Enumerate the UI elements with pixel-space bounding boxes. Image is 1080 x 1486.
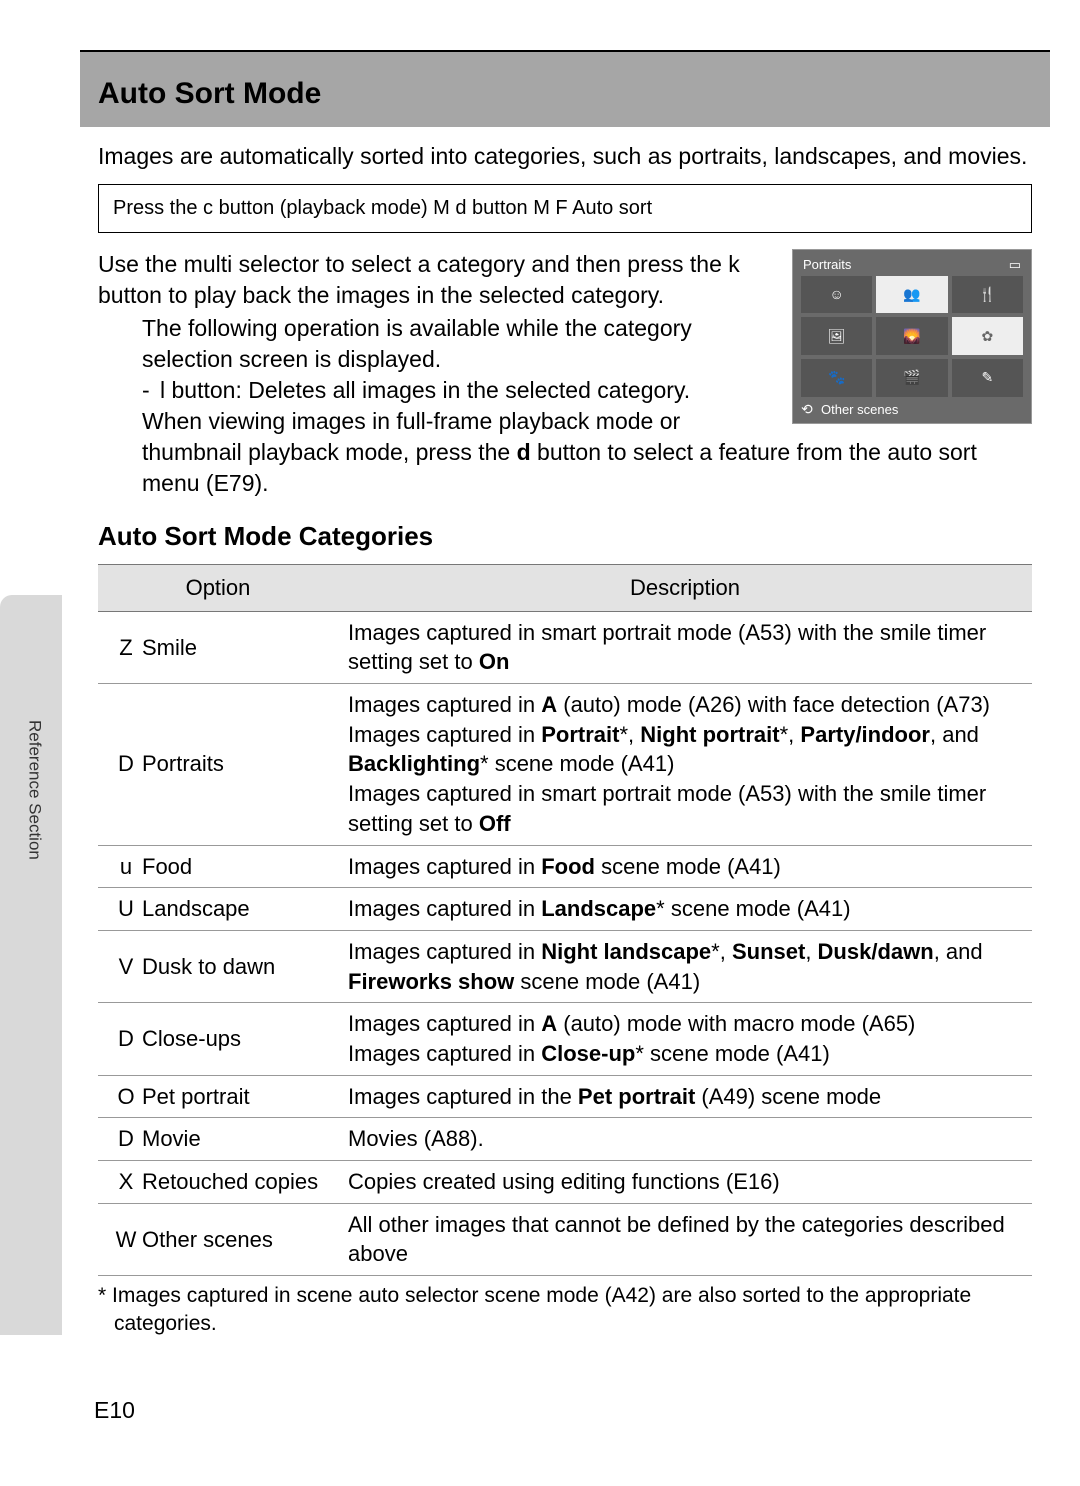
page-title: Auto Sort Mode: [98, 74, 1032, 115]
navigation-path-box: Press the c button (playback mode) M d b…: [98, 184, 1032, 233]
row-description: Images captured in A (auto) mode with ma…: [338, 1003, 1032, 1075]
page-number: E10: [94, 1395, 135, 1426]
table-row: uFoodImages captured in Food scene mode …: [98, 845, 1032, 888]
preview-cell: ☺: [801, 276, 872, 314]
categories-table: Option Description ZSmileImages captured…: [98, 564, 1032, 1276]
row-description: Movies (A88).: [338, 1118, 1032, 1161]
table-row: XRetouched copiesCopies created using ed…: [98, 1161, 1032, 1204]
row-icon: D: [98, 1118, 138, 1161]
row-option: Food: [138, 845, 338, 888]
row-option: Dusk to dawn: [138, 930, 338, 1002]
table-row: ZSmileImages captured in smart portrait …: [98, 611, 1032, 683]
row-description: Images captured in Night landscape*, Sun…: [338, 930, 1032, 1002]
row-icon: X: [98, 1161, 138, 1204]
page-content: Auto Sort Mode Images are automatically …: [80, 0, 1050, 1339]
title-bar: Auto Sort Mode: [80, 50, 1050, 127]
row-icon: O: [98, 1075, 138, 1118]
table-row: OPet portraitImages captured in the Pet …: [98, 1075, 1032, 1118]
row-option: Close-ups: [138, 1003, 338, 1075]
categories-heading: Auto Sort Mode Categories: [98, 519, 1032, 554]
side-section-label: Reference Section: [23, 720, 46, 860]
preview-header: Portraits: [803, 256, 851, 274]
th-description: Description: [338, 565, 1032, 612]
row-icon: D: [98, 684, 138, 845]
row-description: Images captured in A (auto) mode (A26) w…: [338, 684, 1032, 845]
page-number-value: 10: [109, 1397, 135, 1423]
row-option: Pet portrait: [138, 1075, 338, 1118]
table-row: ULandscapeImages captured in Landscape* …: [98, 888, 1032, 931]
preview-cell: 🍴: [952, 276, 1023, 314]
preview-cell: 🌄: [876, 317, 947, 355]
body-bullet1a: l button: Deletes all images in the sele…: [142, 375, 1032, 406]
row-option: Retouched copies: [138, 1161, 338, 1204]
preview-cell: ✿: [952, 317, 1023, 355]
navigation-path-text: Press the c button (playback mode) M d b…: [113, 197, 652, 219]
preview-cell: 🖼: [801, 317, 872, 355]
row-option: Landscape: [138, 888, 338, 931]
row-icon: U: [98, 888, 138, 931]
row-description: Images captured in Landscape* scene mode…: [338, 888, 1032, 931]
th-option: Option: [98, 565, 338, 612]
body-block: Portraits ▭ ☺👥🍴🖼🌄✿🐾🎬✎ ⟲ Other scenes Use…: [98, 249, 1032, 499]
categories-tbody: ZSmileImages captured in smart portrait …: [98, 611, 1032, 1275]
row-option: Smile: [138, 611, 338, 683]
table-row: VDusk to dawnImages captured in Night la…: [98, 930, 1032, 1002]
preview-cell: 👥: [876, 276, 947, 314]
table-row: WOther scenesAll other images that canno…: [98, 1203, 1032, 1275]
row-description: All other images that cannot be defined …: [338, 1203, 1032, 1275]
row-description: Images captured in Food scene mode (A41): [338, 845, 1032, 888]
table-row: DClose-upsImages captured in A (auto) mo…: [98, 1003, 1032, 1075]
intro-paragraph: Images are automatically sorted into cat…: [98, 141, 1032, 172]
side-tab: [0, 595, 62, 1335]
footnote: * Images captured in scene auto selector…: [98, 1282, 1032, 1339]
battery-icon: ▭: [1009, 256, 1021, 274]
table-row: DPortraitsImages captured in A (auto) mo…: [98, 684, 1032, 845]
page-number-prefix: E: [94, 1397, 109, 1423]
row-description: Copies created using editing functions (…: [338, 1161, 1032, 1204]
table-row: DMovieMovies (A88).: [98, 1118, 1032, 1161]
row-description: Images captured in the Pet portrait (A49…: [338, 1075, 1032, 1118]
row-option: Portraits: [138, 684, 338, 845]
row-option: Other scenes: [138, 1203, 338, 1275]
row-icon: W: [98, 1203, 138, 1275]
body-bullet2-b: d: [517, 439, 531, 465]
row-icon: V: [98, 930, 138, 1002]
row-icon: u: [98, 845, 138, 888]
row-icon: D: [98, 1003, 138, 1075]
row-description: Images captured in smart portrait mode (…: [338, 611, 1032, 683]
row-icon: Z: [98, 611, 138, 683]
row-option: Movie: [138, 1118, 338, 1161]
